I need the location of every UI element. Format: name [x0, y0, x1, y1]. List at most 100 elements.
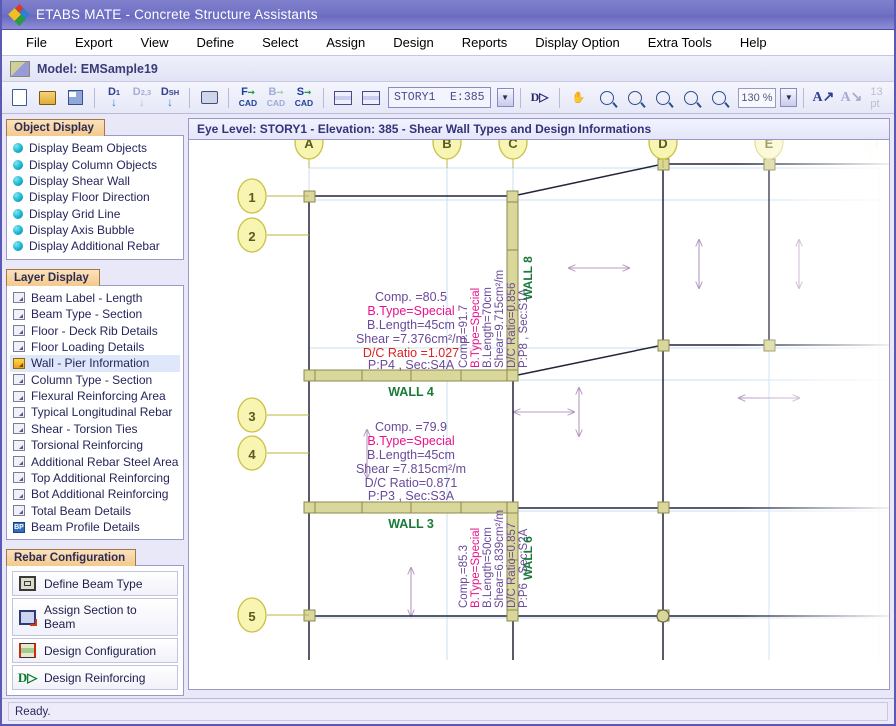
wall-6-line-1: Comp.=85.3: [458, 545, 470, 608]
assign-section-to-beam-button[interactable]: Assign Section to Beam: [12, 598, 178, 636]
import-dsh-button[interactable]: DSH↓: [157, 85, 183, 111]
rebar-configuration-group: Rebar Configuration Define Beam Type Ass…: [6, 548, 184, 696]
import-d1-button[interactable]: D1↓: [101, 85, 127, 111]
drawing-canvas-container[interactable]: A B C D E F: [188, 139, 890, 690]
view-header: Eye Level: STORY1 - Elevation: 385 - She…: [188, 118, 890, 139]
wall-8-line-5: D/C Ratio=0.856: [506, 283, 518, 368]
open-file-button[interactable]: [34, 85, 60, 111]
zoom-window-icon[interactable]: [594, 85, 620, 111]
font-increase-icon[interactable]: A↗: [810, 85, 836, 111]
item-label: Column Type - Section: [31, 373, 152, 387]
structural-plan-drawing[interactable]: A B C D E F: [189, 140, 889, 690]
item-label: Floor Loading Details: [31, 340, 144, 354]
layer-icon: [13, 391, 25, 402]
menu-design[interactable]: Design: [379, 32, 447, 53]
design-configuration-button[interactable]: Design Configuration: [12, 638, 178, 663]
menu-file[interactable]: File: [12, 32, 61, 53]
grid-bubble-2: 2: [248, 229, 255, 244]
layer-item-bot-additional-reinforcing[interactable]: Bot Additional Reinforcing: [10, 486, 180, 502]
design-reinforcing-button[interactable]: D▷ Design Reinforcing: [12, 665, 178, 690]
zoom-out-icon[interactable]: [706, 85, 732, 111]
zoom-extents-icon[interactable]: [622, 85, 648, 111]
bullet-icon: [13, 241, 23, 251]
object-display-item-axis-bubble[interactable]: Display Axis Bubble: [10, 222, 180, 238]
new-file-button[interactable]: [6, 85, 32, 111]
chevron-down-icon[interactable]: ▼: [497, 88, 514, 107]
menu-assign[interactable]: Assign: [312, 32, 379, 53]
story-selector[interactable]: STORY1 E:385: [388, 87, 491, 108]
menu-extra-tools[interactable]: Extra Tools: [634, 32, 726, 53]
object-display-item-shear-wall[interactable]: Display Shear Wall: [10, 173, 180, 189]
export-bcad-button[interactable]: B➞CAD: [263, 85, 289, 111]
layer-item-torsional-reinforcing[interactable]: Torsional Reinforcing: [10, 437, 180, 453]
print-button[interactable]: [196, 85, 222, 111]
design-run-button[interactable]: D▷: [527, 85, 553, 111]
layer-icon: [13, 374, 25, 385]
layer-item-wall-pier-information[interactable]: Wall - Pier Information: [10, 355, 180, 371]
remove-story-icon[interactable]: [358, 85, 384, 111]
layer-item-beam-profile-details[interactable]: BP Beam Profile Details: [10, 519, 180, 535]
add-story-icon[interactable]: [330, 85, 356, 111]
define-beam-type-button[interactable]: Define Beam Type: [12, 571, 178, 596]
export-fcad-button[interactable]: F➞CAD: [235, 85, 261, 111]
object-display-item-grid-line[interactable]: Display Grid Line: [10, 206, 180, 222]
font-decrease-icon[interactable]: A↘: [838, 85, 864, 111]
object-display-item-floor-direction[interactable]: Display Floor Direction: [10, 189, 180, 205]
zoom-dropdown-chevron-icon[interactable]: ▼: [780, 88, 797, 107]
wall-4-line-1: Comp. =80.5: [375, 290, 447, 304]
zoom-previous-icon[interactable]: [650, 85, 676, 111]
grid-bubble-4: 4: [248, 447, 256, 462]
circular-column-object[interactable]: [657, 610, 669, 622]
layer-item-column-type-section[interactable]: Column Type - Section: [10, 372, 180, 388]
row-grid-bubbles[interactable]: 1 2 3 4 5: [238, 179, 309, 690]
zoom-in-icon[interactable]: [678, 85, 704, 111]
import-d23-button[interactable]: D2,3↓: [129, 85, 155, 111]
wall-3-line-5: D/C Ratio=0.871: [365, 476, 458, 490]
bullet-icon: [13, 176, 23, 186]
pan-hand-icon[interactable]: ✋: [566, 85, 592, 111]
layer-item-typical-longitudinal-rebar[interactable]: Typical Longitudinal Rebar: [10, 404, 180, 420]
layer-item-flexural-reinforcing-area[interactable]: Flexural Reinforcing Area: [10, 388, 180, 404]
wall-3-line-4: Shear =7.815cm²/m: [356, 462, 466, 476]
rebar-configuration-list: Define Beam Type Assign Section to Beam …: [6, 565, 184, 696]
menu-help[interactable]: Help: [726, 32, 781, 53]
layer-item-beam-label-length[interactable]: Beam Label - Length: [10, 290, 180, 306]
menu-select[interactable]: Select: [248, 32, 312, 53]
wall-3-shape[interactable]: [309, 502, 513, 513]
layer-item-floor-loading-details[interactable]: Floor Loading Details: [10, 339, 180, 355]
item-label: Wall - Pier Information: [31, 356, 149, 370]
save-file-button[interactable]: [62, 85, 88, 111]
layer-display-title: Layer Display: [6, 269, 100, 286]
layer-item-shear-torsion-ties[interactable]: Shear - Torsion Ties: [10, 421, 180, 437]
button-label: Assign Section to Beam: [44, 603, 171, 631]
menu-reports[interactable]: Reports: [448, 32, 522, 53]
item-label: Shear - Torsion Ties: [31, 422, 138, 436]
design-reinforcing-icon: D▷: [19, 670, 36, 685]
wall-8-line-2: B.Type=Special: [470, 288, 482, 368]
object-display-item-column-objects[interactable]: Display Column Objects: [10, 156, 180, 172]
layer-item-additional-rebar-steel-area[interactable]: Additional Rebar Steel Area: [10, 453, 180, 469]
bullet-icon: [13, 143, 23, 153]
layer-item-total-beam-details[interactable]: Total Beam Details: [10, 503, 180, 519]
object-display-group: Object Display Display Beam Objects Disp…: [6, 118, 184, 260]
structure-lines: [309, 164, 889, 660]
layer-item-floor-deck-rib-details[interactable]: Floor - Deck Rib Details: [10, 322, 180, 338]
menu-view[interactable]: View: [127, 32, 183, 53]
export-scad-button[interactable]: S➞CAD: [291, 85, 317, 111]
column-objects[interactable]: [304, 159, 775, 621]
item-label: Beam Profile Details: [31, 520, 140, 534]
menu-bar: File Export View Define Select Assign De…: [2, 30, 894, 56]
menu-display-option[interactable]: Display Option: [521, 32, 634, 53]
menu-export[interactable]: Export: [61, 32, 127, 53]
menu-define[interactable]: Define: [182, 32, 248, 53]
item-label: Bot Additional Reinforcing: [31, 487, 168, 501]
object-display-item-beam-objects[interactable]: Display Beam Objects: [10, 140, 180, 156]
wall-6-line-2: B.Type=Special: [470, 528, 482, 608]
object-display-item-additional-rebar[interactable]: Display Additional Rebar: [10, 238, 180, 254]
layer-item-beam-type-section[interactable]: Beam Type - Section: [10, 306, 180, 322]
wall-6-annotation: Comp.=85.3 B.Type=Special B.Length=50cm …: [458, 510, 530, 608]
layer-icon: [13, 341, 25, 352]
toolbar-separator-2: [189, 88, 190, 108]
layer-item-top-additional-reinforcing[interactable]: Top Additional Reinforcing: [10, 470, 180, 486]
zoom-level-value[interactable]: 130 %: [738, 88, 777, 108]
